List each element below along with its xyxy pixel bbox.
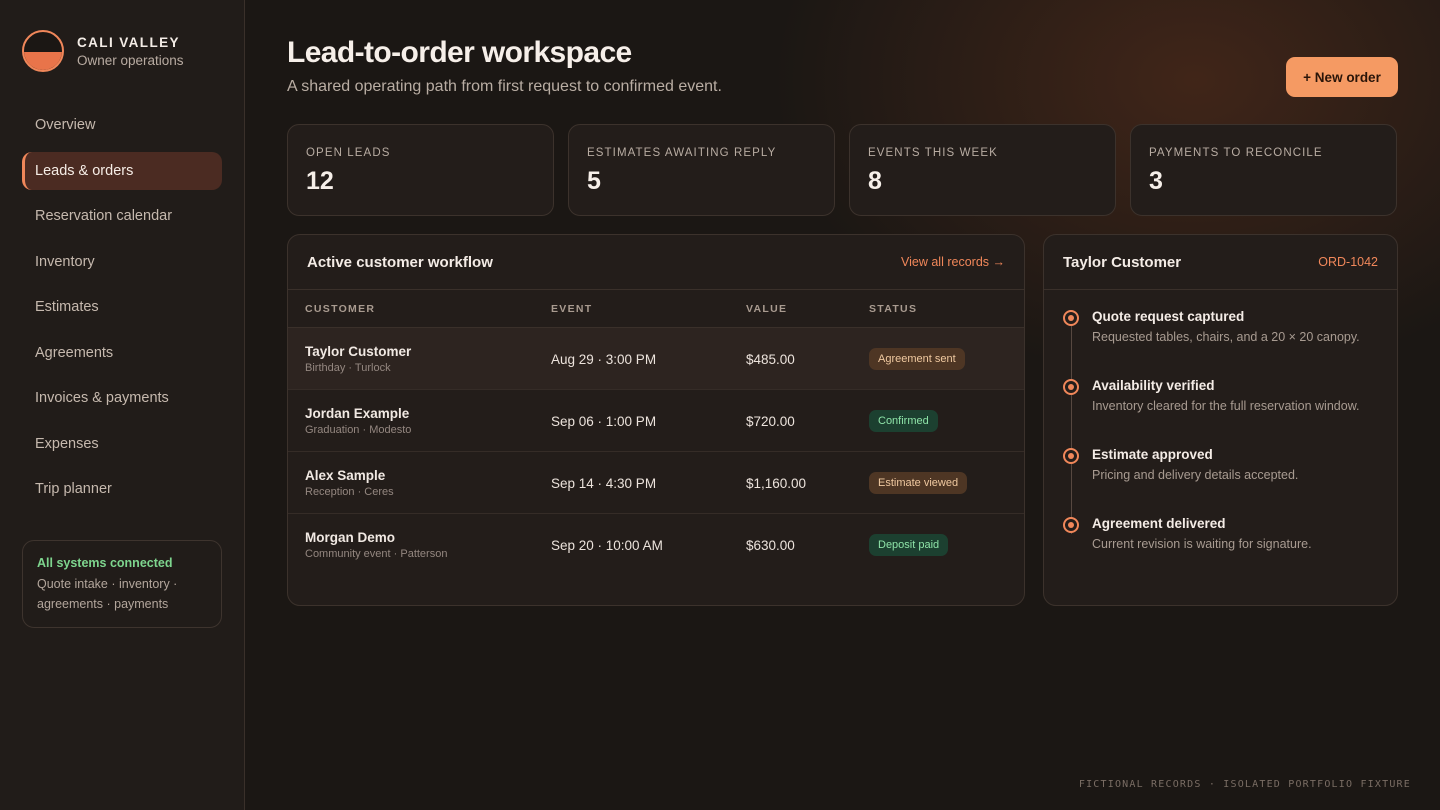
detail-header: Taylor Customer ORD-1042 bbox=[1044, 235, 1397, 290]
customer-meta: Birthday · Turlock bbox=[305, 362, 391, 374]
step-description: Requested tables, chairs, and a 20 × 20 … bbox=[1092, 330, 1360, 344]
half-sun-logo-icon bbox=[22, 30, 64, 72]
kpi-payments-to-reconcile[interactable]: PAYMENTS TO RECONCILE 3 bbox=[1130, 124, 1397, 216]
workflow-panel: Active customer workflow View all record… bbox=[287, 234, 1025, 606]
customer-cell: Jordan Example Graduation · Modesto bbox=[305, 390, 411, 452]
table-row[interactable]: Morgan Demo Community event · Patterson … bbox=[288, 514, 1024, 576]
table-row[interactable]: Jordan Example Graduation · Modesto Sep … bbox=[288, 390, 1024, 452]
page-title: Lead-to-order workspace bbox=[287, 36, 632, 69]
status-badge: Estimate viewed bbox=[869, 472, 968, 494]
table-row[interactable]: Taylor Customer Birthday · Turlock Aug 2… bbox=[288, 328, 1024, 390]
column-header-event[interactable]: EVENT bbox=[551, 290, 593, 328]
main-content: Lead-to-order workspace A shared operati… bbox=[245, 0, 1440, 810]
kpi-value: 3 bbox=[1149, 167, 1163, 195]
view-all-records-link[interactable]: View all records → bbox=[901, 255, 1005, 269]
kpi-value: 8 bbox=[868, 167, 882, 195]
step-dot-icon bbox=[1063, 379, 1079, 395]
brand[interactable]: CALI VALLEY Owner operations bbox=[22, 30, 184, 72]
customer-cell: Alex Sample Reception · Ceres bbox=[305, 452, 394, 514]
value-cell: $485.00 bbox=[746, 351, 795, 367]
kpi-label: ESTIMATES AWAITING REPLY bbox=[587, 147, 777, 159]
sidebar-nav: Overview Leads & orders Reservation cale… bbox=[22, 106, 222, 516]
detail-customer-name: Taylor Customer bbox=[1063, 253, 1182, 271]
sidebar-item-leads-orders[interactable]: Leads & orders bbox=[22, 151, 222, 190]
status-cell: Estimate viewed bbox=[869, 452, 968, 514]
sidebar-item-reservation-calendar[interactable]: Reservation calendar bbox=[22, 197, 222, 235]
customer-meta: Reception · Ceres bbox=[305, 486, 394, 498]
customer-detail-panel: Taylor Customer ORD-1042 Quote request c… bbox=[1043, 234, 1398, 606]
brand-text: CALI VALLEY Owner operations bbox=[77, 35, 184, 68]
step-title: Quote request captured bbox=[1092, 309, 1245, 324]
sidebar-item-inventory[interactable]: Inventory bbox=[22, 243, 222, 281]
status-badge: Confirmed bbox=[869, 410, 938, 432]
step-description: Pricing and delivery details accepted. bbox=[1092, 468, 1299, 482]
sidebar-item-overview[interactable]: Overview bbox=[22, 106, 222, 144]
step-title: Availability verified bbox=[1092, 378, 1215, 393]
value-cell: $630.00 bbox=[746, 537, 795, 553]
sidebar-item-invoices-payments[interactable]: Invoices & payments bbox=[22, 379, 222, 417]
customer-meta: Community event · Patterson bbox=[305, 548, 448, 560]
event-cell: Sep 06 · 1:00 PM bbox=[551, 413, 657, 429]
timeline-step: Agreement delivered Current revision is … bbox=[1063, 516, 1378, 585]
customer-meta: Graduation · Modesto bbox=[305, 424, 412, 436]
kpi-events-this-week[interactable]: EVENTS THIS WEEK 8 bbox=[849, 124, 1116, 216]
status-badge: Deposit paid bbox=[869, 534, 949, 556]
system-status-description: Quote intake · inventory · agreements · … bbox=[37, 577, 178, 611]
step-description: Current revision is waiting for signatur… bbox=[1092, 537, 1312, 551]
customer-cell: Morgan Demo Community event · Patterson bbox=[305, 514, 447, 576]
footer-note: FICTIONAL RECORDS · ISOLATED PORTFOLIO F… bbox=[1078, 779, 1411, 790]
column-header-status[interactable]: STATUS bbox=[869, 290, 917, 328]
value-cell: $720.00 bbox=[746, 413, 795, 429]
new-order-button[interactable]: + New order bbox=[1286, 57, 1398, 97]
system-status-title: All systems connected bbox=[37, 556, 173, 570]
kpi-value: 12 bbox=[306, 167, 334, 195]
customer-name: Alex Sample bbox=[305, 468, 386, 483]
table-header: CUSTOMER EVENT VALUE STATUS bbox=[288, 290, 1024, 328]
status-badge: Agreement sent bbox=[869, 348, 965, 370]
customer-name: Morgan Demo bbox=[305, 530, 396, 545]
workflow-header: Active customer workflow View all record… bbox=[288, 235, 1024, 290]
sidebar-item-estimates[interactable]: Estimates bbox=[22, 288, 222, 326]
kpi-value: 5 bbox=[587, 167, 601, 195]
sidebar: CALI VALLEY Owner operations Overview Le… bbox=[0, 0, 245, 810]
sidebar-item-trip-planner[interactable]: Trip planner bbox=[22, 470, 222, 508]
brand-name: CALI VALLEY bbox=[77, 34, 180, 50]
table-row[interactable]: Alex Sample Reception · Ceres Sep 14 · 4… bbox=[288, 452, 1024, 514]
order-timeline: Quote request captured Requested tables,… bbox=[1044, 290, 1397, 585]
workflow-title: Active customer workflow bbox=[307, 253, 493, 271]
kpi-estimates-awaiting-reply[interactable]: ESTIMATES AWAITING REPLY 5 bbox=[568, 124, 835, 216]
value-cell: $1,160.00 bbox=[746, 475, 807, 491]
kpi-label: EVENTS THIS WEEK bbox=[868, 147, 998, 159]
step-description: Inventory cleared for the full reservati… bbox=[1092, 399, 1360, 413]
timeline-step: Quote request captured Requested tables,… bbox=[1063, 309, 1378, 378]
customer-name: Jordan Example bbox=[305, 406, 410, 421]
sidebar-item-agreements[interactable]: Agreements bbox=[22, 334, 222, 372]
timeline-step: Estimate approved Pricing and delivery d… bbox=[1063, 447, 1378, 516]
step-dot-icon bbox=[1063, 310, 1079, 326]
event-cell: Aug 29 · 3:00 PM bbox=[551, 351, 657, 367]
event-cell: Sep 20 · 10:00 AM bbox=[551, 537, 663, 553]
kpi-open-leads[interactable]: OPEN LEADS 12 bbox=[287, 124, 554, 216]
system-status-card: All systems connected Quote intake · inv… bbox=[22, 540, 222, 628]
kpi-label: PAYMENTS TO RECONCILE bbox=[1149, 147, 1323, 159]
event-cell: Sep 14 · 4:30 PM bbox=[551, 475, 657, 491]
customer-name: Taylor Customer bbox=[305, 344, 412, 359]
sidebar-item-expenses[interactable]: Expenses bbox=[22, 425, 222, 463]
status-cell: Confirmed bbox=[869, 390, 938, 452]
timeline-step: Availability verified Inventory cleared … bbox=[1063, 378, 1378, 447]
page-subtitle: A shared operating path from first reque… bbox=[287, 78, 722, 95]
column-header-value[interactable]: VALUE bbox=[746, 290, 787, 328]
customer-cell: Taylor Customer Birthday · Turlock bbox=[305, 328, 411, 390]
order-id[interactable]: ORD-1042 bbox=[1318, 255, 1378, 269]
step-dot-icon bbox=[1063, 517, 1079, 533]
step-title: Agreement delivered bbox=[1092, 516, 1226, 531]
column-header-customer[interactable]: CUSTOMER bbox=[305, 290, 375, 328]
status-cell: Deposit paid bbox=[869, 514, 949, 576]
step-title: Estimate approved bbox=[1092, 447, 1213, 462]
step-dot-icon bbox=[1063, 448, 1079, 464]
kpi-label: OPEN LEADS bbox=[306, 147, 391, 159]
brand-subtitle: Owner operations bbox=[77, 52, 184, 68]
status-cell: Agreement sent bbox=[869, 328, 965, 390]
